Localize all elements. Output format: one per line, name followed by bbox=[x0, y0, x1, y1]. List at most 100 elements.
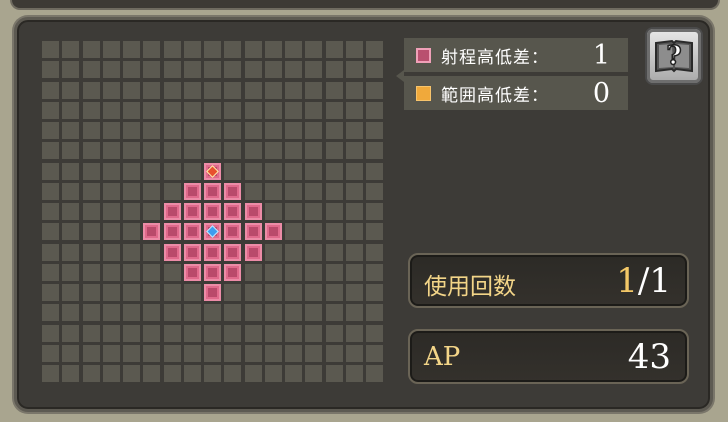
grid-cell bbox=[83, 325, 100, 342]
grid-cell bbox=[326, 284, 343, 301]
grid-cell bbox=[366, 244, 383, 261]
grid-cell bbox=[346, 284, 363, 301]
grid-cell bbox=[83, 82, 100, 99]
grid-cell bbox=[265, 122, 282, 139]
grid-cell bbox=[305, 41, 322, 58]
grid-cell bbox=[42, 102, 59, 119]
grid-cell bbox=[346, 82, 363, 99]
grid-cell bbox=[184, 142, 201, 159]
range-cell bbox=[245, 223, 262, 240]
grid-cell bbox=[42, 142, 59, 159]
uses-count-box: 使用回数 1/1 bbox=[408, 253, 689, 308]
grid-cell bbox=[42, 244, 59, 261]
grid-cell bbox=[265, 365, 282, 382]
grid-cell bbox=[123, 142, 140, 159]
grid-cell bbox=[62, 244, 79, 261]
top-frame-strip bbox=[10, 0, 720, 10]
grid-cell bbox=[245, 304, 262, 321]
grid-cell bbox=[123, 102, 140, 119]
grid-cell bbox=[143, 203, 160, 220]
grid-cell bbox=[265, 142, 282, 159]
grid-cell bbox=[42, 203, 59, 220]
grid-cell bbox=[245, 264, 262, 281]
ap-value: 43 bbox=[627, 337, 671, 377]
grid-cell bbox=[103, 264, 120, 281]
grid-cell bbox=[346, 264, 363, 281]
grid-cell bbox=[245, 122, 262, 139]
grid-cell bbox=[366, 203, 383, 220]
range-cell bbox=[164, 203, 181, 220]
grid-cell bbox=[62, 223, 79, 240]
grid-cell bbox=[204, 82, 221, 99]
grid-cell bbox=[285, 365, 302, 382]
range-cell bbox=[224, 223, 241, 240]
grid-cell bbox=[305, 122, 322, 139]
grid-cell bbox=[123, 163, 140, 180]
grid-cell bbox=[366, 142, 383, 159]
grid-cell bbox=[42, 183, 59, 200]
grid-cell bbox=[245, 163, 262, 180]
grid-cell bbox=[164, 82, 181, 99]
question-book-icon: ? bbox=[655, 39, 693, 73]
range-cell bbox=[184, 223, 201, 240]
grid-cell bbox=[224, 102, 241, 119]
grid-cell bbox=[164, 142, 181, 159]
help-glyph: ? bbox=[666, 41, 681, 71]
grid-cell bbox=[123, 365, 140, 382]
grid-cell bbox=[224, 365, 241, 382]
grid-cell bbox=[224, 325, 241, 342]
grid-cell bbox=[224, 284, 241, 301]
grid-cell bbox=[346, 365, 363, 382]
grid-cell bbox=[164, 304, 181, 321]
grid-cell bbox=[326, 203, 343, 220]
grid-cell bbox=[42, 284, 59, 301]
range-cell bbox=[184, 264, 201, 281]
legend-row-range-height: 射程高低差： 1 bbox=[404, 38, 628, 72]
grid-cell bbox=[285, 163, 302, 180]
grid-cell bbox=[62, 345, 79, 362]
grid-cell bbox=[265, 244, 282, 261]
grid-cell bbox=[83, 284, 100, 301]
grid-cell bbox=[366, 183, 383, 200]
grid-cell bbox=[83, 41, 100, 58]
grid-cell bbox=[305, 82, 322, 99]
grid-cell bbox=[305, 223, 322, 240]
grid-cell bbox=[204, 102, 221, 119]
grid-cell bbox=[285, 61, 302, 78]
grid-cell bbox=[164, 163, 181, 180]
grid-cell bbox=[164, 183, 181, 200]
grid-cell bbox=[143, 163, 160, 180]
grid-cell bbox=[83, 365, 100, 382]
grid-cell bbox=[62, 203, 79, 220]
grid-cell bbox=[143, 183, 160, 200]
grid-cell bbox=[265, 82, 282, 99]
range-cell bbox=[204, 203, 221, 220]
grid-cell bbox=[245, 82, 262, 99]
grid-cell bbox=[305, 183, 322, 200]
height-legend: 射程高低差： 1 範囲高低差： 0 bbox=[396, 38, 628, 110]
grid-cell bbox=[83, 345, 100, 362]
grid-cell bbox=[265, 304, 282, 321]
grid-cell bbox=[245, 102, 262, 119]
grid-cell bbox=[143, 365, 160, 382]
grid-cell bbox=[245, 183, 262, 200]
grid-cell bbox=[366, 41, 383, 58]
grid-cell bbox=[366, 163, 383, 180]
grid-cell bbox=[305, 163, 322, 180]
grid-cell bbox=[346, 223, 363, 240]
grid-cell bbox=[184, 365, 201, 382]
grid-cell bbox=[123, 325, 140, 342]
grid-cell bbox=[62, 284, 79, 301]
uses-max: 1 bbox=[649, 261, 671, 301]
grid-cell bbox=[305, 345, 322, 362]
help-button[interactable]: ? bbox=[645, 27, 703, 85]
grid-cell bbox=[143, 284, 160, 301]
grid-cell bbox=[42, 365, 59, 382]
grid-cell bbox=[83, 122, 100, 139]
grid-cell bbox=[305, 264, 322, 281]
grid-cell bbox=[143, 142, 160, 159]
grid-cell bbox=[224, 82, 241, 99]
grid-cell bbox=[366, 345, 383, 362]
grid-cell bbox=[245, 345, 262, 362]
range-cell bbox=[204, 284, 221, 301]
